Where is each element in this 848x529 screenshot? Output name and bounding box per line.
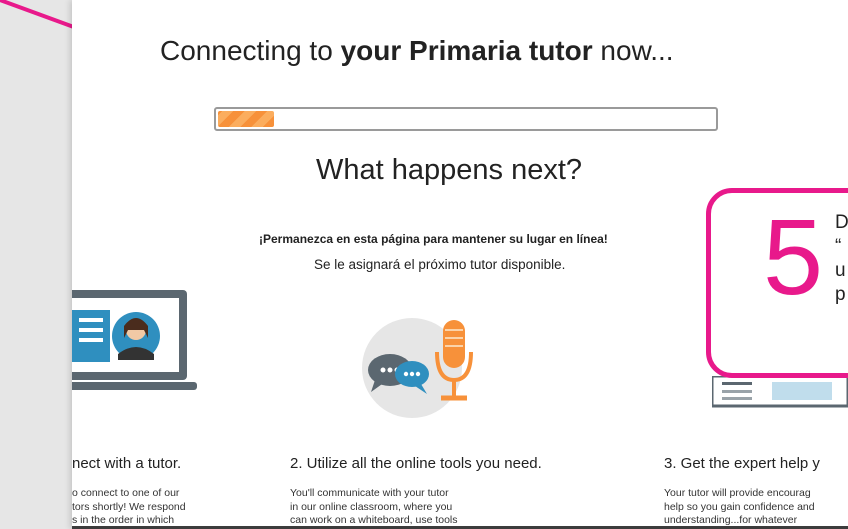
step-1-title: nect with a tutor. — [72, 455, 182, 472]
step-2-description: You'll communicate with your tutor in ou… — [290, 487, 458, 528]
step-1-description: o connect to one of our tors shortly! We… — [72, 487, 186, 528]
step-2-title: 2. Utilize all the online tools you need… — [290, 455, 542, 472]
callout-line: u — [835, 260, 846, 281]
connection-progress-bar — [214, 107, 718, 131]
step-3-line: help so you gain confidence and — [664, 500, 815, 513]
callout-step-number: 5 — [763, 196, 824, 317]
tutor-assignment-message: Se le asignará el próximo tutor disponib… — [314, 257, 566, 272]
progress-bar-fill — [218, 111, 274, 127]
callout-line: p — [835, 284, 846, 305]
step-1-line: o connect to one of our — [72, 487, 180, 499]
step-1-line: tors shortly! We respond — [72, 500, 186, 513]
callout-text: D “ u p — [835, 211, 848, 307]
online-tools-illustration — [362, 318, 473, 418]
callout-line: D — [835, 212, 848, 233]
step-3-line: Your tutor will provide encourag — [664, 487, 811, 499]
stay-on-page-message: ¡Permanezca en esta página para mantener… — [259, 232, 608, 246]
page-title: Connecting to your Primaria tutor now... — [160, 35, 674, 66]
callout-line: “ — [835, 236, 842, 257]
document-icon — [712, 376, 848, 408]
step-2-line: You'll communicate with your tutor — [290, 487, 449, 499]
step-number-callout: 5 D “ u p — [706, 188, 848, 378]
step-3-description: Your tutor will provide encourag help so… — [664, 487, 815, 528]
step-3-title: 3. Get the expert help y — [664, 455, 820, 472]
connecting-panel: Connecting to your Primaria tutor now...… — [72, 0, 848, 529]
what-happens-next-heading: What happens next? — [316, 154, 583, 186]
laptop-tutor-icon — [72, 290, 197, 390]
step-2-line: in our online classroom, where you — [290, 500, 453, 513]
